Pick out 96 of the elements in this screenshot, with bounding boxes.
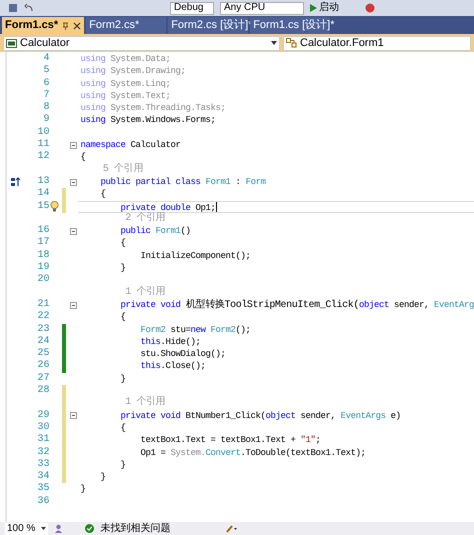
- collapse-icon[interactable]: [70, 228, 77, 235]
- code-line: using System.Threading.Tasks;: [79, 102, 227, 114]
- close-icon[interactable]: [73, 22, 82, 30]
- line-number: 26: [37, 360, 50, 373]
- code-line: {: [119, 237, 126, 250]
- code-line: {: [119, 311, 126, 324]
- tab-label: Form1.cs*: [5, 18, 58, 34]
- csharp-project-icon: [6, 38, 17, 48]
- stop-icon[interactable]: [365, 3, 375, 13]
- line-number: 12: [37, 151, 50, 164]
- line-number: 20: [37, 274, 50, 287]
- code-line: Form2 stu=new Form2();: [139, 324, 252, 336]
- zoom-dropdown[interactable]: 100 %: [5, 522, 48, 534]
- line-number: 7: [43, 90, 50, 102]
- document-tab[interactable]: Form2.cs*: [86, 17, 166, 34]
- line-number: 8: [43, 102, 50, 114]
- line-number: 14: [37, 188, 50, 201]
- platform-dropdown[interactable]: Any CPU: [220, 2, 304, 14]
- code-line: }: [99, 471, 106, 484]
- collapse-icon[interactable]: [70, 142, 77, 149]
- code-line: {: [79, 151, 86, 164]
- code-line: }: [119, 372, 126, 386]
- line-number: 33: [37, 458, 50, 471]
- class-icon: [286, 38, 297, 48]
- start-button[interactable]: 启动: [319, 3, 339, 13]
- line-number: 29: [37, 410, 50, 422]
- type-name: Calculator.Form1: [300, 36, 384, 51]
- line-number: 9: [43, 114, 50, 127]
- code-line: this.Close();: [139, 360, 207, 373]
- code-line: {: [119, 422, 126, 434]
- line-number: 31: [37, 434, 50, 446]
- code-line: }: [79, 483, 86, 496]
- code-line: this.Hide();: [139, 336, 202, 348]
- tab-label: Form1.cs [设计]*: [253, 18, 334, 34]
- line-number: 25: [37, 348, 50, 360]
- code-line: namespace Calculator: [79, 139, 182, 152]
- line-number: 6: [43, 78, 50, 90]
- code-line: using System.Drawing;: [79, 65, 187, 78]
- line-number: 16: [37, 225, 50, 237]
- code-line: using System.Data;: [79, 53, 172, 66]
- issues-status[interactable]: 未找到相关问题: [100, 524, 170, 534]
- code-line: private double Op1;: [78, 200, 474, 213]
- line-number: 17: [37, 237, 50, 250]
- line-number: 10: [37, 126, 50, 139]
- tab-label: Form2.cs*: [89, 18, 140, 34]
- line-number: 28: [37, 385, 50, 398]
- line-number: 23: [37, 324, 50, 336]
- play-icon[interactable]: [310, 4, 317, 12]
- line-number: 18: [37, 250, 50, 262]
- line-number: 30: [37, 422, 50, 434]
- project-name: Calculator: [20, 36, 71, 51]
- code-line: private void 机型转换ToolStripMenuItem_Click(object sender, EventArg: [119, 298, 474, 312]
- code-line: InitializeComponent();: [139, 250, 252, 262]
- line-number: 32: [37, 446, 50, 459]
- line-number: 36: [37, 496, 50, 508]
- line-number: 34: [37, 471, 50, 483]
- collapse-icon[interactable]: [70, 302, 77, 309]
- line-number: 4: [43, 53, 50, 65]
- line-number: 22: [37, 311, 50, 324]
- person-icon[interactable]: [54, 524, 64, 533]
- code-line: }: [119, 458, 126, 472]
- code-line: private void BtNumber1_Click(object sender, EventArgs e): [119, 410, 402, 422]
- code-line: stu.ShowDialog();: [139, 348, 227, 360]
- undo-icon[interactable]: [24, 3, 34, 13]
- code-line: }: [119, 262, 126, 274]
- collapse-icon[interactable]: [70, 412, 77, 420]
- line-number: 27: [37, 372, 50, 385]
- collapse-icon[interactable]: [70, 178, 77, 186]
- line-number: 19: [37, 262, 50, 274]
- code-line: using System.Text;: [79, 90, 172, 102]
- hierarchy-icon[interactable]: [11, 177, 22, 188]
- type-dropdown[interactable]: Calculator.Form1: [283, 36, 471, 50]
- text-cursor: [216, 202, 217, 212]
- lightbulb-icon[interactable]: [50, 201, 59, 212]
- code-line: public Form1(): [119, 225, 192, 238]
- project-dropdown[interactable]: Calculator: [3, 36, 280, 50]
- line-number: 24: [37, 336, 50, 348]
- check-icon: [85, 524, 94, 533]
- document-tab[interactable]: Form1.cs*: [2, 17, 84, 34]
- brush-icon[interactable]: [226, 524, 238, 533]
- line-number: 11: [37, 139, 50, 151]
- line-number: 15: [37, 200, 50, 213]
- pin-icon[interactable]: [62, 22, 70, 30]
- code-line: {: [99, 188, 106, 201]
- configuration-dropdown[interactable]: Debug: [170, 2, 214, 14]
- line-number: 13: [37, 176, 50, 188]
- code-line: public partial class Form1 : Form: [99, 176, 267, 188]
- code-line: textBox1.Text = textBox1.Text + "1";: [139, 434, 322, 446]
- code-line: using System.Windows.Forms;: [79, 114, 217, 127]
- line-number: 35: [37, 483, 50, 496]
- caret-icon: [271, 41, 277, 45]
- code-line: Op1 = System.Convert.ToDouble(textBox1.Text);: [139, 446, 367, 459]
- caret-icon: [41, 527, 46, 530]
- line-number: 21: [37, 298, 50, 311]
- line-number: 5: [43, 65, 50, 78]
- code-line: using System.Linq;: [79, 78, 172, 90]
